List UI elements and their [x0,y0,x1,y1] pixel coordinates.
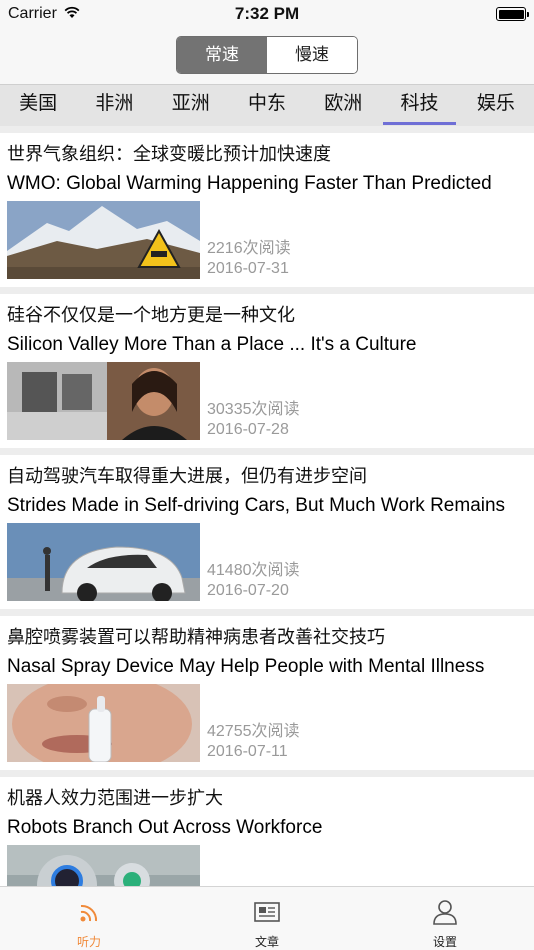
article-list: 世界气象组织：全球变暖比预计加快速度 WMO: Global Warming H… [0,126,534,886]
publish-date: 2016-07-20 [207,582,289,599]
tab-entertainment[interactable]: 娱乐 [458,85,534,126]
publish-date: 2016-07-28 [207,421,289,438]
read-count: 42755次阅读 [207,723,300,740]
clock: 7:32 PM [234,4,300,23]
rss-icon [80,904,98,922]
battery-icon [496,7,529,21]
tab-asia[interactable]: 亚洲 [153,85,229,126]
slow-speed-segment[interactable]: 慢速 [267,37,357,73]
tab-settings[interactable]: 设置 [356,887,534,950]
tab-listening[interactable]: 听力 [0,887,178,950]
tab-usa[interactable]: 美国 [0,85,76,126]
channel-tabs: 美国 非洲 亚洲 中东 欧洲 科技 娱乐 [0,84,534,126]
article-title-en: Strides Made in Self-driving Cars, But M… [7,495,506,516]
article-thumbnail [7,201,200,279]
tab-europe[interactable]: 欧洲 [305,85,381,126]
newspaper-icon [254,902,280,922]
tab-label: 听力 [76,935,101,949]
navigation-bar: 常速 慢速 [0,28,534,84]
tab-articles[interactable]: 文章 [178,887,356,950]
tab-middle-east[interactable]: 中东 [229,85,305,126]
article-title-zh: 机器人效力范围进一步扩大 [7,788,223,808]
article-title-zh: 鼻腔喷雾装置可以帮助精神病患者改善社交技巧 [7,627,385,647]
normal-speed-segment[interactable]: 常速 [177,37,267,73]
article-title-en: Nasal Spray Device May Help People with … [7,656,485,677]
article-card[interactable]: 硅谷不仅仅是一个地方更是一种文化 Silicon Valley More Tha… [0,294,534,448]
article-title-zh: 硅谷不仅仅是一个地方更是一种文化 [7,305,295,325]
article-title-en: Robots Branch Out Across Workforce [7,817,323,838]
publish-date: 2016-07-31 [207,260,289,277]
speed-segmented-control: 常速 慢速 [176,36,358,74]
tab-africa[interactable]: 非洲 [76,85,152,126]
article-title-zh: 世界气象组织：全球变暖比预计加快速度 [7,144,331,164]
article-card[interactable]: 机器人效力范围进一步扩大 Robots Branch Out Across Wo… [0,777,534,886]
article-thumbnail [7,845,200,886]
status-bar: Carrier 7:32 PM [0,0,534,28]
read-count: 30335次阅读 [207,401,300,418]
article-thumbnail [7,523,200,601]
person-icon [433,900,457,925]
article-card[interactable]: 自动驾驶汽车取得重大进展，但仍有进步空间 Strides Made in Sel… [0,455,534,609]
tab-label: 文章 [254,935,279,949]
article-title-en: Silicon Valley More Than a Place ... It'… [7,334,417,355]
bottom-tab-bar: 听力 文章 设置 [0,886,534,950]
tab-label: 设置 [432,935,457,949]
read-count: 41480次阅读 [207,562,300,579]
article-card[interactable]: 世界气象组织：全球变暖比预计加快速度 WMO: Global Warming H… [0,133,534,287]
article-card[interactable]: 鼻腔喷雾装置可以帮助精神病患者改善社交技巧 Nasal Spray Device… [0,616,534,770]
tab-technology[interactable]: 科技 [381,85,457,126]
article-thumbnail [7,684,200,762]
publish-date: 2016-07-11 [207,743,288,760]
article-thumbnail [7,362,200,440]
article-title-zh: 自动驾驶汽车取得重大进展，但仍有进步空间 [7,466,367,486]
read-count: 2216次阅读 [207,240,291,257]
article-title-en: WMO: Global Warming Happening Faster Tha… [7,173,492,194]
